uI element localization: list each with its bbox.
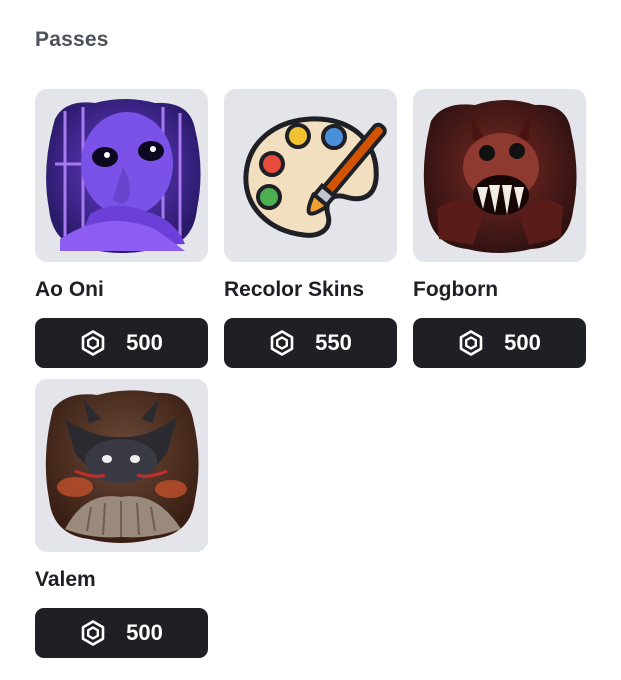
pass-card-ao-oni[interactable]: Ao Oni 500 bbox=[35, 89, 208, 368]
pass-name: Ao Oni bbox=[35, 278, 104, 301]
buy-button-ao-oni[interactable]: 500 bbox=[35, 318, 208, 368]
robux-icon bbox=[81, 620, 105, 646]
pass-card-fogborn[interactable]: Fogborn 500 bbox=[413, 89, 586, 368]
ao-oni-image[interactable] bbox=[35, 89, 208, 262]
pass-name: Fogborn bbox=[413, 278, 499, 301]
price-value: 500 bbox=[504, 330, 541, 355]
valem-image[interactable] bbox=[35, 379, 208, 552]
fogborn-image[interactable] bbox=[413, 89, 586, 262]
robux-icon bbox=[270, 330, 294, 356]
buy-button-fogborn[interactable]: 500 bbox=[413, 318, 586, 368]
pass-name: Recolor Skins bbox=[224, 278, 365, 301]
buy-button-recolor-skins[interactable]: 550 bbox=[224, 318, 397, 368]
robux-icon bbox=[459, 330, 483, 356]
pass-card-valem[interactable]: Valem 500 bbox=[35, 379, 208, 658]
robux-icon bbox=[81, 330, 105, 356]
buy-button-valem[interactable]: 500 bbox=[35, 608, 208, 658]
section-title: Passes bbox=[35, 28, 109, 51]
price-value: 550 bbox=[315, 330, 352, 355]
price-value: 500 bbox=[126, 620, 163, 645]
pass-name: Valem bbox=[35, 568, 96, 591]
paint-palette-image[interactable] bbox=[224, 89, 397, 262]
pass-card-recolor-skins[interactable]: Recolor Skins 550 bbox=[224, 89, 397, 368]
price-value: 500 bbox=[126, 330, 163, 355]
